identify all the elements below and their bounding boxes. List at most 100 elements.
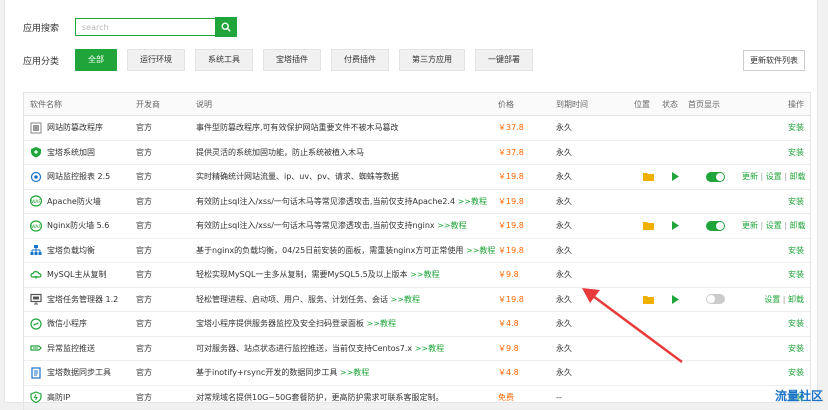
table-row: 微信小程序官方宝塔小程序提供服务器监控及安全扫码登录面板 >>教程￥4.8永久安…: [24, 312, 810, 337]
app-desc-cell: 提供灵活的系统加固功能，防止系统被植入木马: [196, 147, 498, 158]
table-row: 宝塔系统加固官方提供灵活的系统加固功能，防止系统被植入木马 ￥37.8永久安装: [24, 141, 810, 166]
app-name: MySQL主从复制: [47, 269, 106, 280]
op-link-安装[interactable]: 安装: [788, 270, 804, 279]
op-link-卸载[interactable]: 卸载: [788, 295, 804, 304]
app-name: Nginx防火墙 5.6: [47, 220, 109, 231]
app-expire: 永久: [556, 122, 634, 133]
app-expire: --: [556, 393, 634, 402]
app-name-cell: 高防IP: [24, 391, 136, 403]
op-separator: |: [782, 221, 790, 230]
table-row: MySQL主从复制官方轻松实现MySQL一主多从复制，需要MySQL5.5及以上…: [24, 263, 810, 288]
app-desc-cell: 轻松管理进程、启动项、用户、服务、计划任务、会话 >>教程: [196, 294, 498, 305]
app-price: ￥19.8: [498, 171, 556, 182]
app-desc-cell: 轻松实现MySQL一主多从复制，需要MySQL5.5及以上版本 >>教程: [196, 269, 498, 280]
search-button[interactable]: [215, 17, 237, 37]
op-cell: 更新 | 设置 | 卸载: [742, 220, 810, 231]
app-name: 网站监控报表 2.5: [47, 171, 110, 182]
category-tab-3[interactable]: 宝塔插件: [263, 49, 321, 71]
toggle-knob: [716, 173, 724, 181]
app-price: ￥19.8: [498, 245, 556, 256]
state-cell: [662, 172, 688, 181]
category-tab-5[interactable]: 第三方应用: [399, 49, 465, 71]
waf-icon: WAF: [30, 220, 42, 232]
op-link-安装[interactable]: 安装: [788, 148, 804, 157]
play-icon[interactable]: [671, 221, 679, 230]
play-icon[interactable]: [671, 172, 679, 181]
op-link-卸载[interactable]: 卸载: [790, 221, 806, 230]
watermark: 流量社区: [775, 387, 823, 404]
tutorial-link[interactable]: >>教程: [437, 221, 466, 230]
app-name: Apache防火墙: [47, 196, 101, 207]
op-cell: 安装: [742, 269, 810, 280]
op-link-更新[interactable]: 更新: [742, 172, 758, 181]
mini-program-icon: [30, 318, 42, 330]
tutorial-link[interactable]: >>教程: [340, 368, 369, 377]
table-header: 软件名称 开发商 说明 价格 到期时间 位置 状态 首页显示 操作: [24, 93, 810, 116]
app-name-cell: 网站防篡改程序: [24, 122, 136, 134]
app-desc-cell: 实时精确统计网站流量、ip、uv、pv、请求、蜘蛛等数据: [196, 171, 498, 182]
app-desc: 对常规域名提供10G~50G套餐防护，更高防护需求可联系客服定制。: [196, 393, 443, 402]
category-tab-6[interactable]: 一键部署: [475, 49, 533, 71]
app-expire: 永久: [556, 196, 634, 207]
home-display-toggle[interactable]: [706, 221, 725, 231]
category-tab-2[interactable]: 系统工具: [195, 49, 253, 71]
category-tab-1[interactable]: 运行环境: [127, 49, 185, 71]
alert-push-icon: [30, 342, 42, 354]
app-expire: 永久: [556, 220, 634, 231]
search-input[interactable]: [75, 18, 215, 36]
op-cell: 安装: [742, 245, 810, 256]
tutorial-link[interactable]: >>教程: [410, 270, 439, 279]
tutorial-link[interactable]: >>教程: [458, 197, 487, 206]
tutorial-link[interactable]: >>教程: [367, 319, 396, 328]
app-expire: 永久: [556, 171, 634, 182]
op-cell: 安装: [742, 196, 810, 207]
app-price: ￥9.8: [498, 343, 556, 354]
tutorial-link[interactable]: >>教程: [391, 295, 420, 304]
op-link-安装[interactable]: 安装: [788, 246, 804, 255]
op-link-设置[interactable]: 设置: [766, 172, 782, 181]
app-desc-cell: 事件型防篡改程序,可有效保护网站重要文件不被木马篡改: [196, 122, 498, 133]
tutorial-link[interactable]: >>教程: [415, 344, 444, 353]
folder-icon[interactable]: [643, 221, 654, 230]
category-row: 应用分类 全部运行环境系统工具宝塔插件付费插件第三方应用一键部署: [23, 49, 543, 71]
op-link-安装[interactable]: 安装: [788, 197, 804, 206]
app-dev: 官方: [136, 147, 196, 158]
app-desc: 轻松实现MySQL一主多从复制，需要MySQL5.5及以上版本: [196, 270, 408, 279]
op-link-更新[interactable]: 更新: [742, 221, 758, 230]
category-tab-0[interactable]: 全部: [75, 49, 117, 71]
op-separator: |: [758, 221, 766, 230]
op-link-安装[interactable]: 安装: [788, 123, 804, 132]
position-cell: [634, 295, 662, 304]
app-price: ￥4.8: [498, 318, 556, 329]
folder-icon[interactable]: [643, 295, 654, 304]
app-price: ￥4.8: [498, 367, 556, 378]
svg-text:WAF: WAF: [31, 224, 41, 230]
app-expire: 永久: [556, 367, 634, 378]
app-desc-cell: 有效防止sql注入/xss/一句话木马等常见渗透攻击,当前仅支持nginx >>…: [196, 220, 498, 231]
app-dev: 官方: [136, 294, 196, 305]
op-cell: 设置 | 卸载: [742, 294, 810, 305]
app-name-cell: 宝塔数据同步工具: [24, 367, 136, 379]
header-expire: 到期时间: [556, 99, 634, 110]
play-icon[interactable]: [671, 295, 679, 304]
update-list-button[interactable]: 更新软件列表: [743, 50, 805, 71]
tutorial-link[interactable]: >>教程: [466, 246, 495, 255]
category-tab-4[interactable]: 付费插件: [331, 49, 389, 71]
folder-icon[interactable]: [643, 172, 654, 181]
app-name: 异常监控推送: [47, 343, 95, 354]
op-link-安装[interactable]: 安装: [788, 319, 804, 328]
app-name-cell: 异常监控推送: [24, 342, 136, 354]
search-row: 应用搜索: [23, 16, 237, 38]
home-display-toggle[interactable]: [706, 172, 725, 182]
op-link-安装[interactable]: 安装: [788, 368, 804, 377]
op-link-设置[interactable]: 设置: [766, 221, 782, 230]
svg-text:WAF: WAF: [31, 199, 41, 205]
toggle-knob: [707, 295, 715, 303]
app-expire: 永久: [556, 343, 634, 354]
home-display-toggle[interactable]: [706, 294, 725, 304]
op-link-设置[interactable]: 设置: [764, 295, 780, 304]
gears-icon: [30, 122, 42, 134]
op-link-安装[interactable]: 安装: [788, 344, 804, 353]
op-link-卸载[interactable]: 卸载: [790, 172, 806, 181]
op-cell: 安装: [742, 343, 810, 354]
